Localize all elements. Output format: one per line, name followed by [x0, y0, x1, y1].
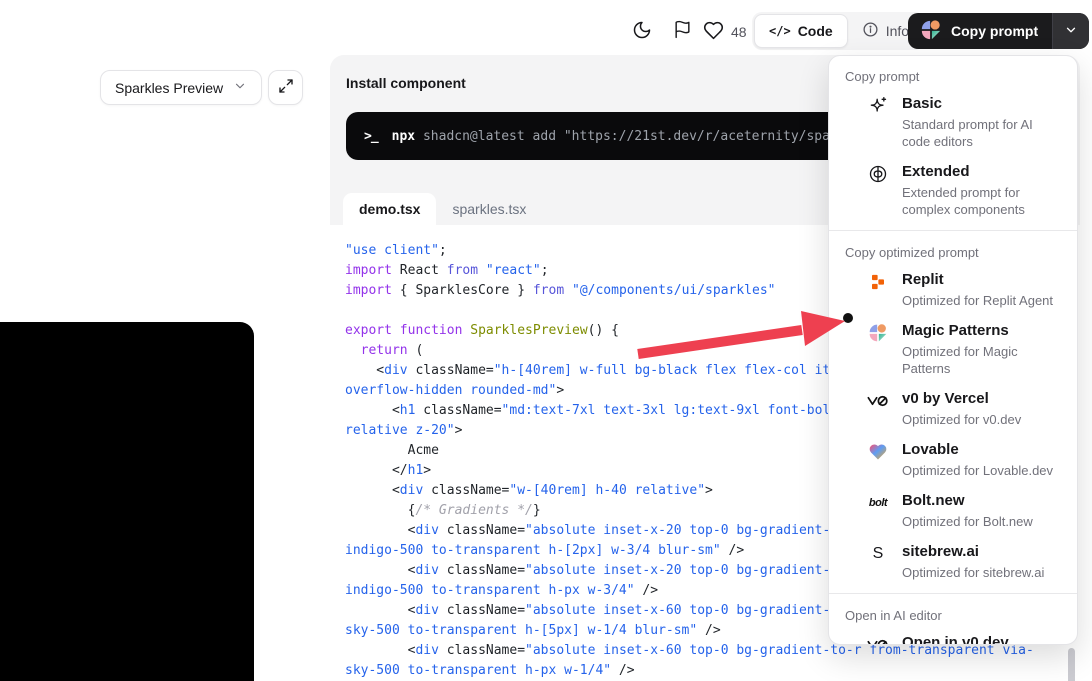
sitebrew-icon: S: [867, 543, 889, 565]
like-button[interactable]: [701, 20, 725, 44]
menu-item-bolt[interactable]: bolt Bolt.new Optimized for Bolt.new: [829, 486, 1077, 537]
code-label: Code: [798, 23, 833, 39]
brain-icon: [867, 163, 889, 185]
flag-icon: [673, 20, 692, 42]
report-flag-button[interactable]: [664, 13, 700, 49]
menu-separator: [829, 230, 1077, 231]
code-scrollbar[interactable]: [1068, 648, 1075, 681]
likes-count: 48: [731, 24, 747, 40]
likes: 48: [701, 20, 747, 44]
v0-icon: [867, 390, 889, 412]
view-switcher: </> Code Info: [752, 12, 925, 50]
menu-item-description: Optimized for Bolt.new: [902, 513, 1033, 530]
menu-item-description: Optimized for Lovable.dev: [902, 462, 1053, 479]
menu-item-title: Open in v0.dev: [902, 633, 1057, 645]
heart-icon: [703, 20, 724, 44]
menu-item-description: Optimized for Magic Patterns: [902, 343, 1063, 377]
tab-code[interactable]: </> Code: [754, 14, 848, 48]
copy-prompt-dropdown-toggle[interactable]: [1053, 13, 1089, 49]
chevron-down-icon: [1064, 23, 1078, 40]
bolt-icon: bolt: [867, 492, 889, 514]
menu-separator: [829, 593, 1077, 594]
menu-item-description: Optimized for Replit Agent: [902, 292, 1053, 309]
menu-item-replit[interactable]: Replit Optimized for Replit Agent: [829, 265, 1077, 316]
menu-section-header: Copy prompt: [829, 60, 1077, 89]
copy-prompt-menu: Copy promptBasicStandard prompt for AI c…: [828, 55, 1078, 645]
magic-patterns-icon: [867, 322, 889, 344]
menu-item-brain[interactable]: ExtendedExtended prompt for complex comp…: [829, 157, 1077, 225]
menu-item-title: Extended: [902, 162, 1063, 182]
magic-patterns-logo-icon: [920, 19, 942, 44]
menu-item-title: v0 by Vercel: [902, 389, 1021, 409]
tab-demo-tsx[interactable]: demo.tsx: [343, 193, 436, 225]
sparkles-icon: [867, 95, 889, 117]
menu-item-lovable[interactable]: Lovable Optimized for Lovable.dev: [829, 435, 1077, 486]
menu-item-title: Replit: [902, 270, 1053, 290]
expand-icon: [278, 78, 294, 97]
component-preview: [0, 322, 254, 681]
install-heading: Install component: [346, 75, 466, 91]
preview-selector-label: Sparkles Preview: [115, 80, 223, 96]
menu-item-title: Bolt.new: [902, 491, 1033, 511]
code-icon: </>: [769, 24, 791, 38]
copy-prompt-button[interactable]: Copy prompt: [908, 13, 1089, 49]
v0-icon: [867, 634, 889, 645]
page: 48 </> Code Info Copy promp: [0, 0, 1092, 681]
code-line: sky-500 to-transparent h-px w-1/4" />: [345, 661, 1080, 681]
file-tabbar: demo.tsx sparkles.tsx: [343, 193, 542, 225]
menu-item-v0[interactable]: Open in v0.devOpen component in v0.dev: [829, 628, 1077, 645]
menu-item-sitebrew[interactable]: Ssitebrew.ai Optimized for sitebrew.ai: [829, 537, 1077, 588]
menu-section-header: Open in AI editor: [829, 599, 1077, 628]
moon-icon: [632, 20, 652, 43]
menu-item-description: Optimized for v0.dev: [902, 411, 1021, 428]
tab-sparkles-tsx[interactable]: sparkles.tsx: [436, 193, 542, 225]
menu-item-description: Extended prompt for complex components: [902, 184, 1063, 218]
menu-section-header: Copy optimized prompt: [829, 236, 1077, 265]
copy-prompt-label: Copy prompt: [951, 23, 1038, 39]
preview-selector[interactable]: Sparkles Preview: [100, 70, 262, 105]
info-icon: [862, 21, 879, 41]
terminal-prompt-icon: >_: [364, 129, 378, 144]
menu-item-sparkles[interactable]: BasicStandard prompt for AI code editors: [829, 89, 1077, 157]
replit-icon: [867, 271, 889, 293]
command-text: shadcn@latest add "https://21st.dev/r/ac…: [415, 129, 877, 144]
menu-item-title: Lovable: [902, 440, 1053, 460]
menu-item-title: sitebrew.ai: [902, 542, 1044, 562]
info-label: Info: [886, 23, 909, 39]
menu-item-description: Standard prompt for AI code editors: [902, 116, 1063, 150]
menu-item-magic-patterns[interactable]: Magic PatternsOptimized for Magic Patter…: [829, 316, 1077, 384]
menu-item-v0[interactable]: v0 by Vercel Optimized for v0.dev: [829, 384, 1077, 435]
chevron-down-icon: [233, 79, 247, 96]
annotation-dot: [843, 313, 853, 323]
lovable-icon: [867, 441, 889, 463]
menu-item-title: Magic Patterns: [902, 321, 1063, 341]
command-npx: npx: [392, 129, 415, 144]
theme-toggle-button[interactable]: [624, 13, 660, 49]
menu-item-title: Basic: [902, 94, 1063, 114]
menu-item-description: Optimized for sitebrew.ai: [902, 564, 1044, 581]
fullscreen-button[interactable]: [268, 70, 303, 105]
